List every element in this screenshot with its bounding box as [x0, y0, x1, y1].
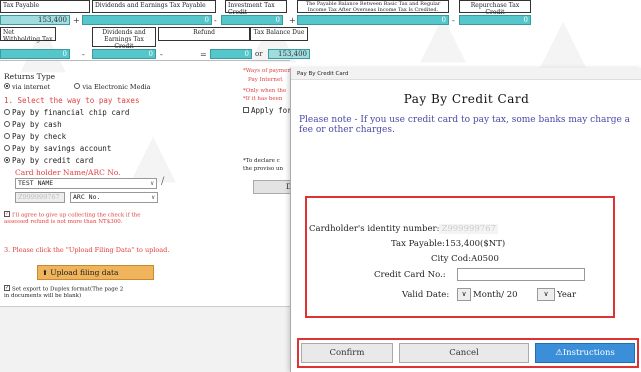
tax-balance-due-header: Tax Balance Due: [250, 27, 308, 41]
pay-option-chip-card[interactable]: Pay by financial chip card: [4, 108, 129, 117]
tax-payable-value: 153,400: [0, 15, 70, 25]
upload-filing-button[interactable]: ⬆ Upload filing data: [37, 265, 154, 280]
via-internet-label: via internet: [12, 83, 51, 91]
year-select[interactable]: ∨: [537, 288, 555, 301]
repurchase-credit-header: Repurchase Tax Credit: [459, 0, 531, 16]
operator: =: [200, 50, 207, 59]
payment-ways-note: *Ways of paymen: [243, 68, 291, 74]
pay-option-credit-card[interactable]: Pay by credit card: [4, 156, 93, 165]
tax-balance-due-value: 153,400: [268, 49, 310, 59]
operator: -: [452, 16, 455, 25]
city-code-value: A0500: [471, 254, 499, 264]
operator: or: [255, 50, 263, 58]
only-when-note: *Only when the: [243, 88, 287, 94]
city-code-label: City Cod:: [431, 254, 472, 264]
dialog-titlebar: Pay By Credit Card: [291, 68, 641, 80]
repurchase-credit-value: 0: [459, 15, 531, 25]
confirm-button[interactable]: Confirm: [301, 343, 393, 363]
month-select[interactable]: ∨: [457, 288, 471, 301]
tax-payable-label: Tax Payable:: [391, 239, 445, 249]
warning-icon: ⚠: [555, 348, 563, 358]
credit-card-dialog: Pay By Credit Card Pay By Credit Card Pl…: [290, 68, 641, 372]
operator: +: [73, 16, 80, 25]
radio-electronic-media[interactable]: [74, 83, 81, 89]
radio-via-internet[interactable]: [4, 83, 10, 89]
chevron-down-icon: ∨: [461, 290, 467, 298]
proviso-note: the proviso un: [243, 166, 284, 172]
operator: +: [289, 16, 296, 25]
pay-option-cash[interactable]: Pay by cash: [4, 120, 62, 129]
refund-header: Refund: [158, 27, 250, 41]
payable-balance-header: The Payable Balance Between Basic Tax an…: [297, 0, 449, 13]
if-been-note: *If it has been: [243, 96, 283, 102]
pay-option-savings[interactable]: Pay by savings account: [4, 144, 111, 153]
payable-balance-value: 0: [297, 15, 449, 25]
duplex-export-option[interactable]: ✓ Set export to Duplex format(The page 2 …: [4, 285, 124, 299]
valid-date-label: Valid Date:: [402, 290, 450, 300]
chevron-down-icon: ∨: [151, 194, 155, 201]
returns-type-options: via internet via Electronic Media: [4, 83, 151, 91]
identity-label: Cardholder's identity number:: [309, 224, 440, 234]
operator: -: [160, 50, 163, 59]
month-label: Month/ 20: [473, 290, 518, 300]
card-number-label: Credit Card No.:: [374, 270, 446, 280]
arc-select[interactable]: ARC No. ∨: [70, 192, 158, 203]
cancel-button[interactable]: Cancel: [399, 343, 529, 363]
pay-option-check[interactable]: Pay by check: [4, 132, 66, 141]
returns-type-label: Returns Type: [4, 72, 56, 81]
electronic-media-label: via Electronic Media: [82, 83, 151, 91]
dialog-heading: Pay By Credit Card: [403, 92, 530, 106]
apply-for-option[interactable]: Apply for: [243, 106, 292, 115]
step1-label: 1. Select the way to pay taxes: [4, 96, 140, 105]
watermark-emblem: ▲: [540, 5, 586, 75]
dividends-tax-payable-value: 0: [82, 15, 212, 25]
refund-value: 0: [210, 49, 252, 59]
footer-band: [0, 306, 290, 372]
dividends-tax-payable-header: Dividends and Earnings Tax Payable: [92, 0, 216, 13]
dividends-credit-value: 0: [92, 49, 156, 59]
year-label: Year: [557, 290, 577, 300]
declare-note: *To declare c: [243, 158, 280, 164]
dividends-credit-header: Dividends and Earnings Tax Credit: [92, 27, 156, 50]
card-number-input[interactable]: [457, 268, 585, 281]
net-withholding-header: Net Withholding Tax: [0, 27, 56, 43]
declare-button[interactable]: D: [253, 180, 293, 194]
slash-divider: /: [161, 176, 165, 187]
fee-notice: Please note - If you use credit card to …: [299, 115, 631, 135]
tax-payable-amount: 153,400($NT): [444, 239, 506, 249]
step3-label: 3. Please click the "Upload Filing Data"…: [4, 246, 170, 254]
operator: -: [214, 16, 217, 25]
chevron-down-icon: ∨: [150, 180, 154, 187]
net-withholding-value: 0: [0, 49, 70, 59]
identity-value: Z999999767: [439, 224, 499, 234]
upload-icon: ⬆: [42, 269, 48, 277]
instructions-button[interactable]: ⚠Instructions: [535, 343, 635, 363]
operator: -: [82, 50, 85, 59]
holder-label: Card holder Name/ARC No.: [15, 168, 121, 177]
tax-payable-header: Tax Payable: [0, 0, 90, 13]
holder-name-input[interactable]: TEST NAME ∨: [15, 178, 157, 189]
investment-credit-header: Investment Tax Credit: [225, 0, 287, 16]
chevron-down-icon: ∨: [543, 290, 549, 298]
refund-agree[interactable]: ✓ I'll agree to give up collecting the ch…: [4, 211, 154, 226]
holder-id-input[interactable]: Z999999767: [15, 192, 65, 203]
identity-row: Cardholder's identity number: Z999999767: [309, 224, 499, 234]
city-code-row: City Cod:A0500: [431, 254, 499, 264]
pay-internet-link[interactable]: Pay Internet: [248, 77, 282, 83]
investment-credit-value: 0: [221, 15, 283, 25]
tax-payable-row: Tax Payable:153,400($NT): [391, 239, 505, 249]
